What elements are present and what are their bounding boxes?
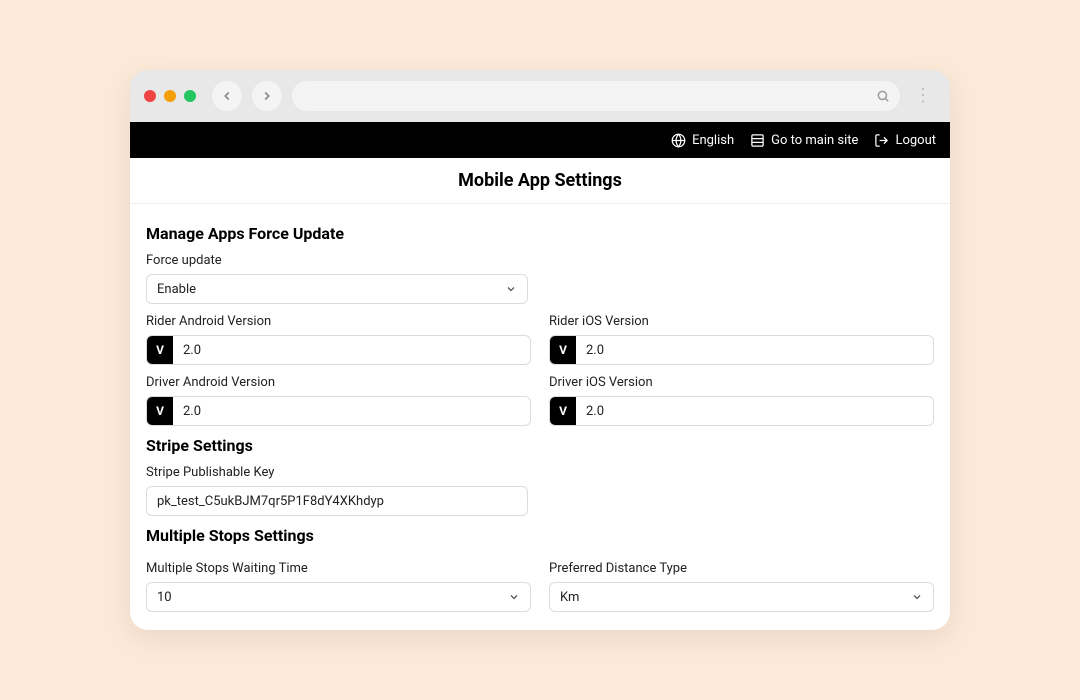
rider-ios-field[interactable]: V 2.0 bbox=[549, 335, 934, 365]
version-prefix: V bbox=[147, 397, 173, 425]
back-button[interactable] bbox=[212, 81, 242, 111]
forward-button[interactable] bbox=[252, 81, 282, 111]
chevron-down-icon bbox=[508, 591, 520, 603]
version-prefix: V bbox=[550, 397, 576, 425]
distance-type-value: Km bbox=[560, 590, 579, 605]
admin-topbar: English Go to main site Logout bbox=[130, 122, 950, 158]
driver-android-input[interactable]: 2.0 bbox=[173, 397, 530, 425]
force-update-select[interactable]: Enable bbox=[146, 274, 528, 304]
driver-ios-field[interactable]: V 2.0 bbox=[549, 396, 934, 426]
window-controls bbox=[144, 90, 196, 102]
search-icon bbox=[876, 89, 890, 103]
settings-content: Manage Apps Force Update Force update En… bbox=[130, 204, 950, 630]
driver-android-label: Driver Android Version bbox=[146, 375, 531, 390]
chevron-down-icon bbox=[911, 591, 923, 603]
stops-heading: Multiple Stops Settings bbox=[146, 526, 934, 545]
close-dot[interactable] bbox=[144, 90, 156, 102]
force-update-heading: Manage Apps Force Update bbox=[146, 224, 934, 243]
rider-ios-label: Rider iOS Version bbox=[549, 314, 934, 329]
driver-ios-label: Driver iOS Version bbox=[549, 375, 934, 390]
logout-label: Logout bbox=[895, 133, 936, 148]
version-prefix: V bbox=[550, 336, 576, 364]
chevron-down-icon bbox=[505, 283, 517, 295]
language-selector[interactable]: English bbox=[671, 133, 734, 148]
app-window: ⋮ English Go to main site Logout Mobile … bbox=[130, 70, 950, 630]
browser-chrome: ⋮ bbox=[130, 70, 950, 122]
driver-ios-input[interactable]: 2.0 bbox=[576, 397, 933, 425]
rider-android-label: Rider Android Version bbox=[146, 314, 531, 329]
globe-icon bbox=[671, 133, 686, 148]
stripe-key-label: Stripe Publishable Key bbox=[146, 465, 528, 480]
go-to-main-site-link[interactable]: Go to main site bbox=[750, 133, 858, 148]
distance-type-label: Preferred Distance Type bbox=[549, 561, 934, 576]
maximize-dot[interactable] bbox=[184, 90, 196, 102]
rider-android-input[interactable]: 2.0 bbox=[173, 336, 530, 364]
stripe-heading: Stripe Settings bbox=[146, 436, 934, 455]
waiting-time-value: 10 bbox=[157, 590, 172, 605]
address-bar[interactable] bbox=[292, 81, 900, 111]
page-title: Mobile App Settings bbox=[130, 158, 950, 204]
stripe-key-field[interactable]: pk_test_C5ukBJM7qr5P1F8dY4XKhdyp bbox=[146, 486, 528, 516]
main-site-label: Go to main site bbox=[771, 133, 858, 148]
force-update-value: Enable bbox=[157, 282, 196, 297]
driver-android-field[interactable]: V 2.0 bbox=[146, 396, 531, 426]
distance-type-select[interactable]: Km bbox=[549, 582, 934, 612]
version-prefix: V bbox=[147, 336, 173, 364]
site-icon bbox=[750, 133, 765, 148]
force-update-label: Force update bbox=[146, 253, 528, 268]
logout-link[interactable]: Logout bbox=[874, 133, 936, 148]
rider-android-field[interactable]: V 2.0 bbox=[146, 335, 531, 365]
waiting-time-select[interactable]: 10 bbox=[146, 582, 531, 612]
stripe-key-input[interactable]: pk_test_C5ukBJM7qr5P1F8dY4XKhdyp bbox=[147, 487, 527, 515]
waiting-time-label: Multiple Stops Waiting Time bbox=[146, 561, 531, 576]
browser-menu-icon[interactable]: ⋮ bbox=[910, 93, 936, 99]
minimize-dot[interactable] bbox=[164, 90, 176, 102]
logout-icon bbox=[874, 133, 889, 148]
language-label: English bbox=[692, 133, 734, 148]
rider-ios-input[interactable]: 2.0 bbox=[576, 336, 933, 364]
